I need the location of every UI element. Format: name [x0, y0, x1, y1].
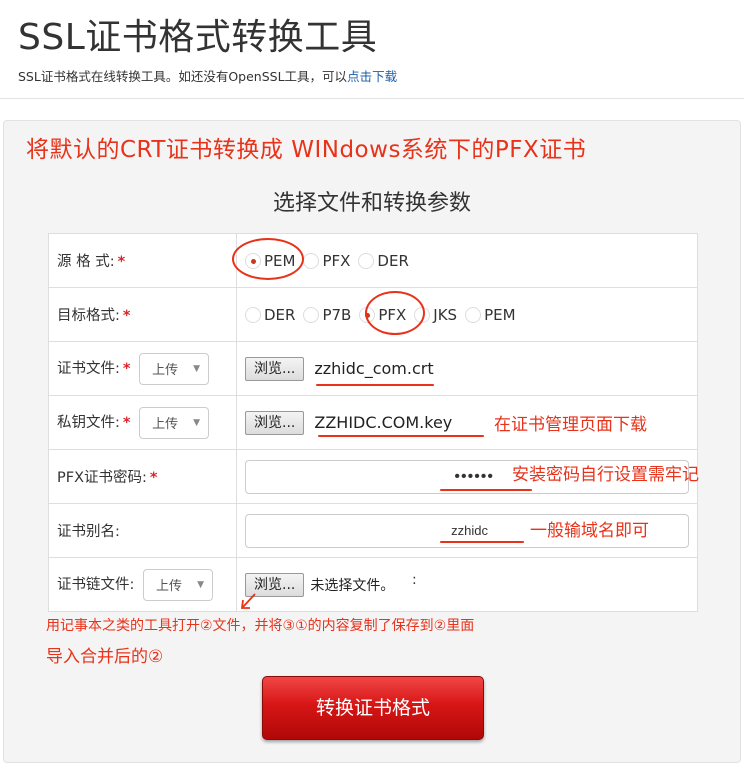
page-title: SSL证书格式转换工具 — [18, 17, 378, 58]
cert-filename: zzhidc_com.crt — [314, 359, 434, 378]
radio-icon[interactable] — [303, 306, 320, 323]
required-mark: * — [122, 414, 131, 431]
annotation-alias-note: 一般输域名即可 — [530, 521, 649, 541]
annotation-chain-note-2: 导入合并后的② — [46, 647, 164, 667]
form-title: 选择文件和转换参数 — [272, 191, 471, 216]
download-link[interactable]: 点击下载 — [347, 69, 397, 84]
convert-button[interactable]: 转换证书格式 — [262, 676, 484, 740]
row-source-format: 源 格 式: * PEM PFX DER — [48, 233, 698, 288]
cert-browse-button[interactable]: 浏览... — [245, 356, 305, 381]
required-mark: * — [149, 470, 158, 486]
source-format-label: 源 格 式: * — [48, 233, 237, 288]
required-mark: * — [117, 254, 126, 270]
row-cert-file: 证书文件: * 上传 ▼ 浏览... zzhidc_com.crt — [48, 341, 698, 396]
target-radio-der[interactable]: DER — [245, 306, 295, 324]
header-divider — [0, 98, 744, 99]
chain-filename: 未选择文件。 — [310, 577, 395, 594]
required-mark: * — [122, 360, 131, 377]
annotation-underline-key — [318, 435, 484, 437]
chain-file-label: 证书链文件: 上传 ▼ — [48, 557, 237, 612]
annotation-arrow-icon — [240, 593, 256, 609]
source-radio-der[interactable]: DER — [358, 252, 409, 270]
radio-icon[interactable] — [358, 252, 375, 269]
key-filename: ZZHIDC.COM.key — [314, 413, 453, 432]
annotation-underline-password — [440, 489, 532, 491]
cert-file-field: 浏览... zzhidc_com.crt — [236, 341, 698, 396]
annotation-circle-pem — [232, 238, 304, 280]
annotation-headline: 将默认的CRT证书转换成 WINdows系统下的PFX证书 — [26, 137, 587, 163]
caret-down-icon: ▼ — [193, 417, 201, 428]
chain-upload-select[interactable]: 上传 ▼ — [143, 568, 213, 601]
row-chain-file: 证书链文件: 上传 ▼ 浏览... 未选择文件。 — [48, 557, 698, 612]
cert-upload-select[interactable]: 上传 ▼ — [139, 352, 210, 385]
source-format-options: PEM PFX DER — [236, 233, 698, 288]
page: SSL证书格式转换工具 SSL证书格式在线转换工具。如还没有OpenSSL工具，… — [0, 0, 744, 763]
radio-icon[interactable] — [245, 306, 261, 323]
key-browse-button[interactable]: 浏览... — [245, 410, 305, 435]
annotation-key-note: 在证书管理页面下载 — [494, 415, 647, 435]
target-format-label: 目标格式: * — [48, 287, 237, 342]
target-format-options: DER P7B PFX JKS PEM — [236, 287, 698, 342]
radio-icon[interactable] — [303, 252, 320, 269]
source-radio-pfx[interactable]: PFX — [303, 252, 350, 270]
annotation-circle-pfx — [365, 291, 425, 335]
annotation-underline-alias — [440, 541, 524, 543]
key-file-label: 私钥文件: * 上传 ▼ — [48, 395, 237, 450]
subtitle-text: SSL证书格式在线转换工具。如还没有OpenSSL工具，可以 — [18, 69, 348, 84]
caret-down-icon: ▼ — [197, 579, 204, 590]
caret-down-icon: ▼ — [193, 363, 201, 374]
key-upload-select[interactable]: 上传 ▼ — [139, 406, 210, 439]
cert-file-label: 证书文件: * 上传 ▼ — [48, 341, 237, 396]
target-radio-p7b[interactable]: P7B — [303, 306, 351, 324]
cert-alias-label: 证书别名: — [48, 503, 237, 558]
radio-icon[interactable] — [465, 306, 482, 323]
chain-file-field: 浏览... 未选择文件。 — [236, 557, 698, 612]
annotation-underline-cert — [316, 384, 434, 386]
page-subtitle: SSL证书格式在线转换工具。如还没有OpenSSL工具，可以点击下载 — [18, 66, 397, 85]
pfx-password-label: PFX证书密码: * — [48, 449, 237, 504]
required-mark: * — [122, 308, 131, 324]
annotation-password-note: 安装密码自行设置需牢记 — [512, 465, 699, 485]
target-radio-pem[interactable]: PEM — [465, 306, 516, 324]
stray-mark: : — [412, 572, 417, 588]
annotation-chain-note-1: 用记事本之类的工具打开②文件，并将③①的内容复制了保存到②里面 — [46, 618, 475, 634]
